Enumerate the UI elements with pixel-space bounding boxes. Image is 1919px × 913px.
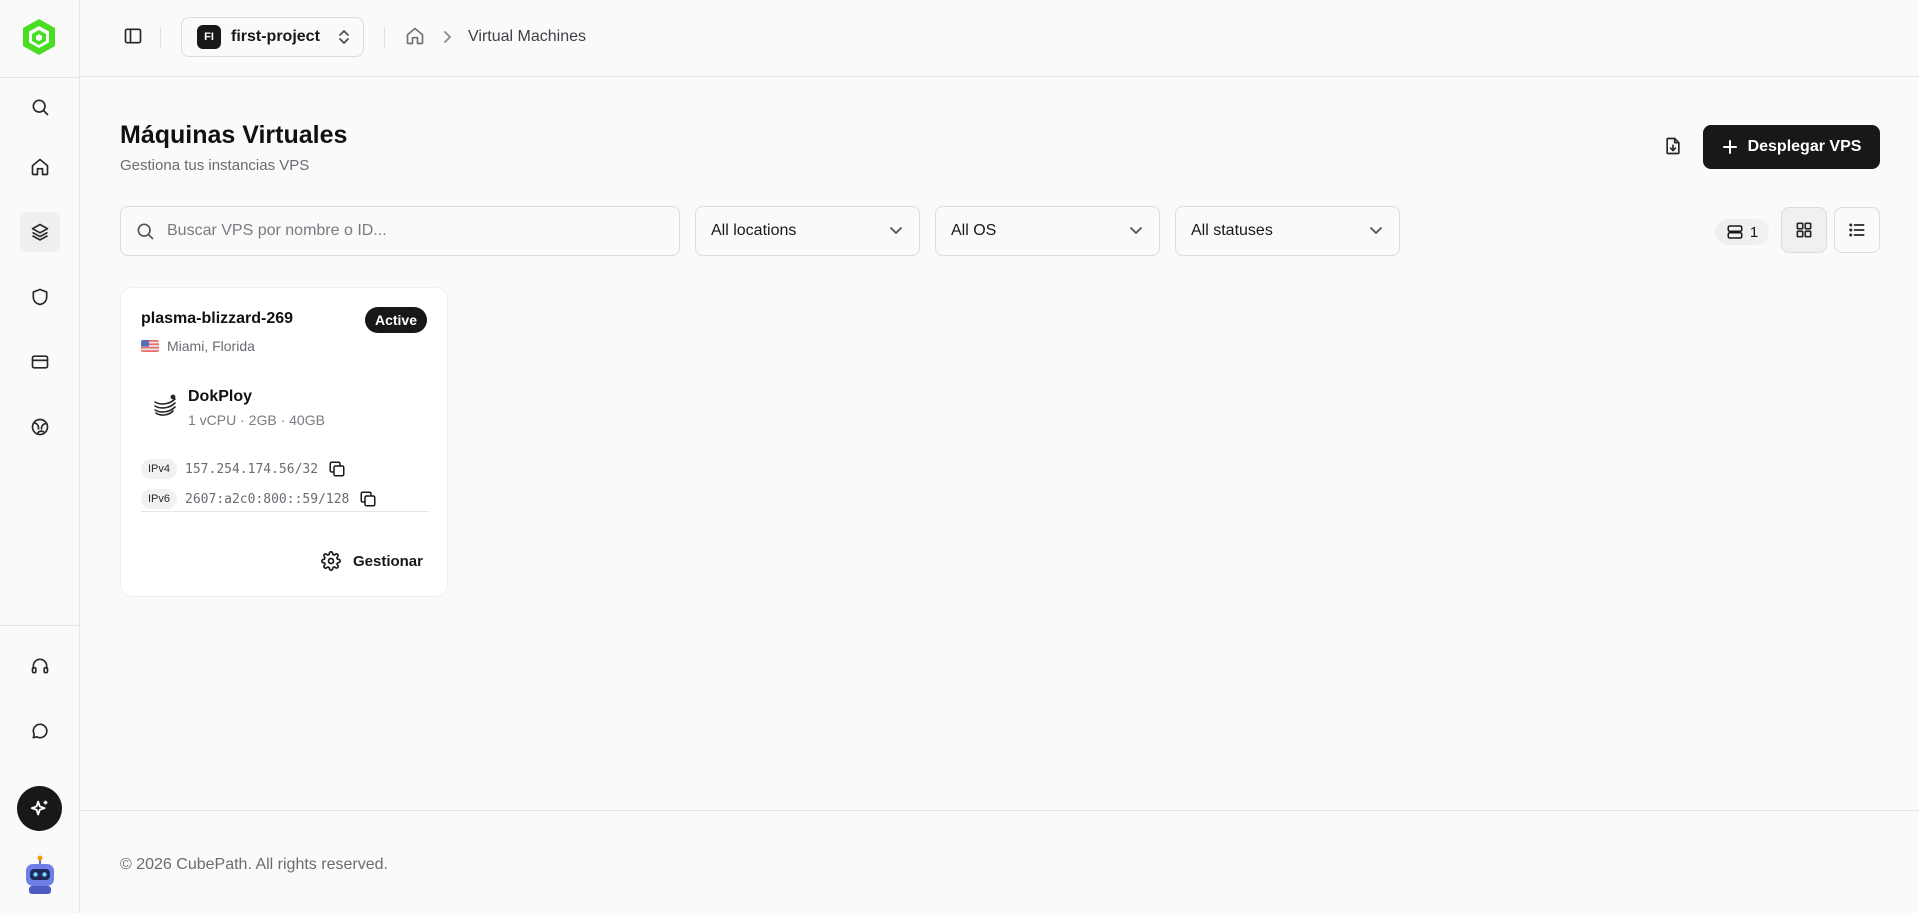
ipv6-label: IPv6 [141, 489, 178, 509]
sidebar [0, 0, 80, 913]
project-name: first-project [231, 28, 320, 45]
list-icon [1849, 223, 1865, 237]
vps-location-text: Miami, Florida [167, 338, 255, 354]
credit-card-icon [31, 355, 49, 369]
vps-card[interactable]: plasma-blizzard-269 Active Miami, Florid… [120, 287, 448, 597]
home-icon [406, 27, 424, 45]
home-icon [31, 158, 49, 176]
copy-ipv6-icon[interactable] [357, 488, 379, 510]
page-subtitle: Gestiona tus instancias VPS [120, 157, 310, 174]
copy-ipv4-icon[interactable] [326, 458, 348, 480]
search-icon [137, 223, 154, 240]
sidebar-panel-icon [124, 28, 142, 44]
us-flag-icon [141, 340, 159, 352]
ipv6-address: 2607:a2c0:800::59/128 [185, 491, 350, 507]
footer-copyright: © 2026 CubePath. All rights reserved. [120, 856, 388, 873]
page-title: Máquinas Virtuales [120, 121, 348, 149]
plus-icon [1722, 140, 1737, 154]
sidebar-item-chat[interactable] [20, 711, 60, 751]
location-filter-value: All locations [711, 222, 797, 239]
file-download-icon [1666, 137, 1680, 155]
status-badge: Active [364, 307, 427, 333]
topbar-separator [160, 27, 161, 47]
globe-icon [31, 418, 49, 436]
sidebar-item-search[interactable] [20, 87, 60, 127]
os-filter[interactable]: All OS [935, 206, 1160, 256]
vps-specs: 1 vCPU · 2GB · 40GB [188, 412, 325, 428]
chevron-down-icon [890, 227, 902, 234]
status-filter[interactable]: All statuses [1175, 206, 1400, 256]
search-box [120, 206, 680, 256]
sidebar-item-support[interactable] [20, 646, 60, 686]
shield-icon [32, 288, 48, 306]
deploy-vps-button[interactable]: Desplegar VPS [1703, 125, 1880, 169]
location-filter[interactable]: All locations [695, 206, 920, 256]
headset-icon [31, 658, 49, 674]
sidebar-item-billing[interactable] [20, 342, 60, 382]
vps-name: plasma-blizzard-269 [141, 310, 294, 327]
project-initials-badge: FI [197, 25, 221, 49]
toggle-sidebar-button[interactable] [120, 23, 146, 49]
topbar-separator [384, 27, 385, 47]
breadcrumb-current: Virtual Machines [468, 28, 586, 45]
manage-label: Gestionar [352, 552, 423, 570]
sidebar-item-home[interactable] [20, 147, 60, 187]
breadcrumb-chevron-icon [440, 29, 454, 45]
vps-count-badge: 1 [1715, 219, 1769, 245]
search-input[interactable] [167, 222, 647, 240]
layers-icon [31, 223, 49, 241]
os-name: DokPloy [188, 388, 253, 405]
ai-assistant-button[interactable] [17, 786, 62, 831]
ipv4-label: IPv4 [141, 459, 178, 479]
sidebar-item-virtual-machines[interactable] [20, 212, 60, 252]
server-icon [1727, 225, 1743, 239]
robot-avatar-icon [26, 855, 54, 894]
top-bar: FI first-project Virtual Machines [80, 0, 1919, 77]
breadcrumb-home[interactable] [405, 26, 427, 48]
sidebar-divider [0, 625, 79, 626]
grid-view-button[interactable] [1781, 207, 1827, 253]
search-icon [32, 99, 49, 116]
os-filter-value: All OS [951, 222, 997, 239]
deploy-vps-label: Desplegar VPS [1747, 138, 1862, 155]
sparkles-icon [30, 800, 47, 815]
project-switcher[interactable]: FI first-project [181, 17, 364, 57]
chevron-down-icon [1130, 227, 1142, 234]
ipv4-row: IPv4 157.254.174.56/32 [141, 458, 348, 480]
vps-location: Miami, Florida [141, 338, 255, 354]
card-divider [141, 511, 429, 512]
list-view-button[interactable] [1834, 207, 1880, 253]
vps-count: 1 [1749, 223, 1759, 241]
footer-divider [80, 810, 1919, 811]
chat-icon [32, 723, 48, 739]
ipv6-row: IPv6 2607:a2c0:800::59/128 [141, 488, 379, 510]
export-button[interactable] [1657, 130, 1689, 162]
gear-icon [321, 551, 341, 571]
cubepath-logo-icon[interactable] [18, 16, 60, 58]
chevrons-up-down-icon [339, 30, 349, 44]
sidebar-divider [0, 77, 79, 78]
status-filter-value: All statuses [1191, 222, 1273, 239]
dokploy-icon [151, 392, 179, 420]
grid-icon [1796, 222, 1812, 238]
manage-button[interactable]: Gestionar [321, 546, 423, 576]
chevron-down-icon [1370, 227, 1382, 234]
sidebar-item-security[interactable] [20, 277, 60, 317]
sidebar-item-network[interactable] [20, 407, 60, 447]
user-avatar[interactable] [20, 855, 60, 895]
ipv4-address: 157.254.174.56/32 [185, 461, 319, 477]
